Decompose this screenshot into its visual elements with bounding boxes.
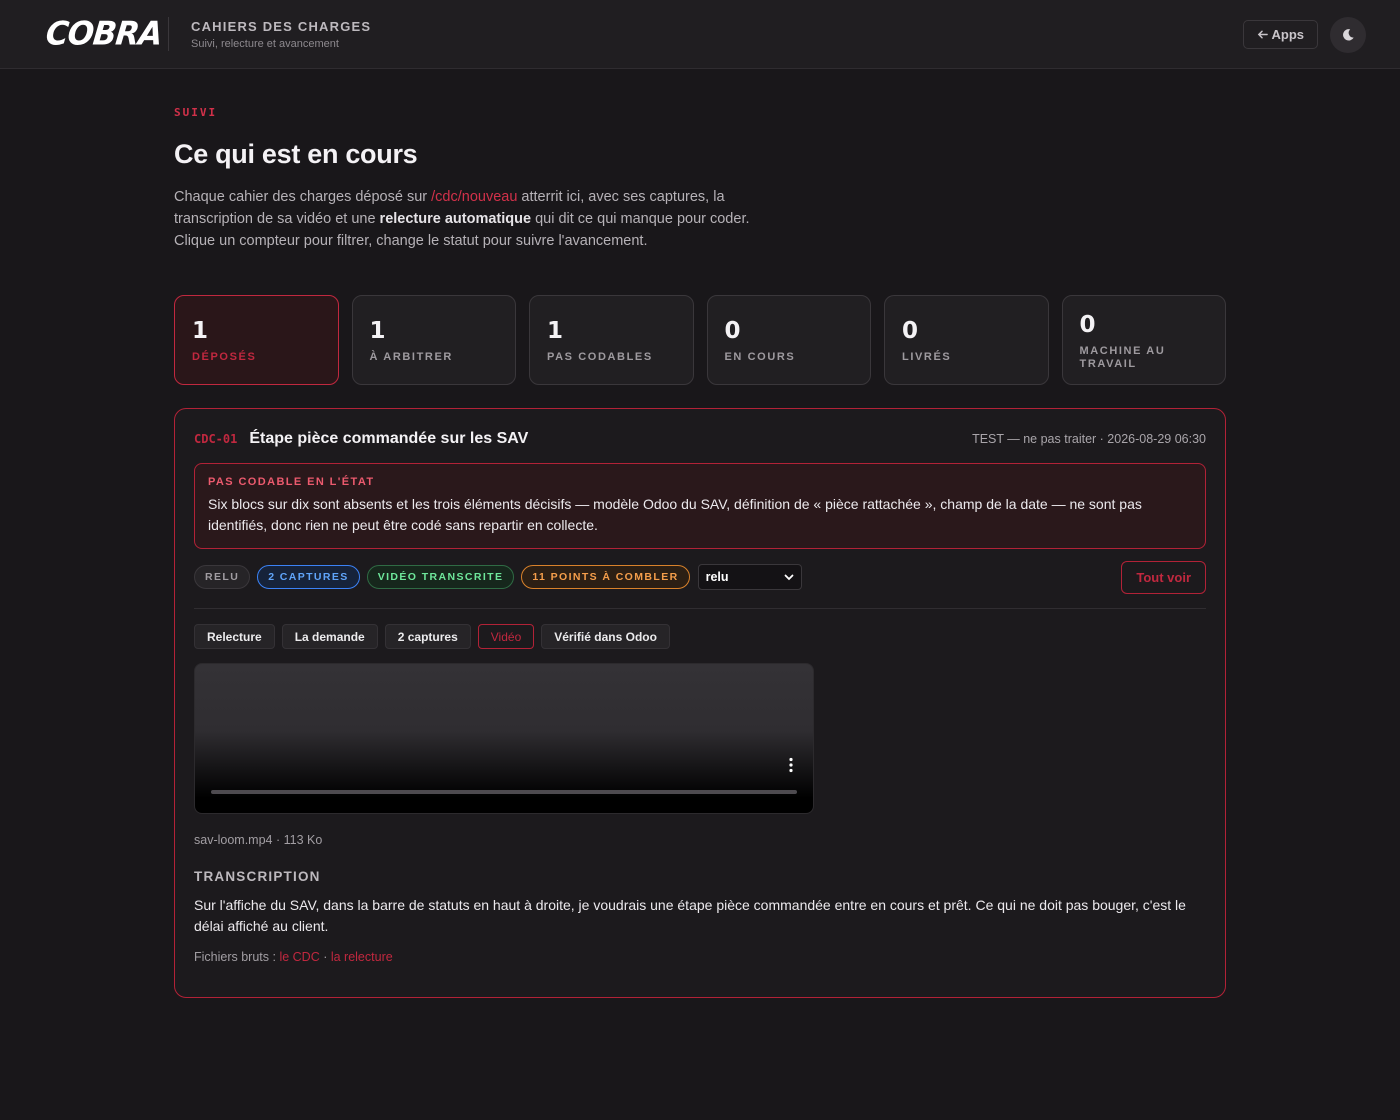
video-progress-bar[interactable]	[211, 790, 797, 794]
new-cdc-link[interactable]: /cdc/nouveau	[431, 189, 517, 205]
moon-icon	[1343, 29, 1354, 41]
alert-title: PAS CODABLE EN L'ÉTAT	[208, 476, 375, 488]
counter-a-arbitrer[interactable]: 1 À ARBITRER	[351, 295, 516, 385]
card-tabs: Relecture La demande 2 captures Vidéo Vé…	[194, 624, 1206, 649]
counter-livres[interactable]: 0 LIVRÉS	[884, 295, 1049, 385]
counter-value: 1	[192, 318, 209, 344]
page-title: Ce qui est en cours	[174, 139, 418, 169]
tab-la-demande[interactable]: La demande	[281, 624, 378, 649]
card-header: CDC-01 Étape pièce commandée sur les SAV…	[194, 430, 1206, 448]
counter-en-cours[interactable]: 0 EN COURS	[706, 295, 871, 385]
cobra-logo[interactable]: COBRA	[44, 15, 164, 53]
video-player[interactable]	[194, 663, 814, 814]
file-info: sav-loom.mp4 · 113 Ko	[194, 833, 323, 847]
card-divider	[194, 608, 1206, 609]
counter-label: EN COURS	[724, 351, 796, 363]
more-options-icon[interactable]	[789, 757, 793, 773]
app-title: CAHIERS DES CHARGES	[191, 18, 372, 34]
view-all-button[interactable]: Tout voir	[1121, 560, 1206, 594]
raw-cdc-link[interactable]: le CDC	[279, 950, 319, 964]
alert-text: Six blocs sur dix sont absents et les tr…	[208, 496, 1142, 533]
tab-captures[interactable]: 2 captures	[384, 624, 471, 649]
status-value: relu	[705, 570, 729, 584]
apps-button[interactable]: Apps	[1242, 20, 1318, 49]
card-id: CDC-01	[194, 432, 238, 446]
raw-files-label: Fichiers bruts :	[194, 950, 280, 964]
raw-files: Fichiers bruts : le CDC · la relecture	[194, 950, 1206, 964]
tab-relecture[interactable]: Relecture	[194, 624, 275, 649]
counter-machine-au-travail[interactable]: 0 MACHINE AU TRAVAIL	[1061, 295, 1226, 385]
intro-text: Chaque cahier des charges déposé sur /cd…	[174, 186, 774, 252]
raw-files-separator: ·	[319, 950, 331, 964]
counter-deposes[interactable]: 1 DÉPOSÉS	[174, 295, 339, 385]
section-kicker: SUIVI	[174, 106, 218, 119]
tab-verifie-odoo[interactable]: Vérifié dans Odoo	[541, 624, 670, 649]
header-divider	[168, 17, 169, 51]
tag-points: 11 POINTS À COMBLER	[521, 565, 690, 589]
tag-video: VIDÉO TRANSCRITE	[366, 565, 515, 589]
counter-pas-codables[interactable]: 1 PAS CODABLES	[529, 295, 694, 385]
counter-value: 0	[1079, 312, 1096, 338]
counter-label: PAS CODABLES	[547, 351, 653, 363]
header-titles: CAHIERS DES CHARGES Suivi, relecture et …	[191, 19, 371, 50]
tag-captures: 2 CAPTURES	[257, 565, 360, 589]
counter-value: 0	[902, 318, 919, 344]
transcription-text: Sur l'affiche du SAV, dans la barre de s…	[194, 897, 1186, 934]
tag-relu: RELU	[194, 565, 251, 589]
raw-relecture-link[interactable]: la relecture	[331, 950, 393, 964]
transcription-title: TRANSCRIPTION	[194, 869, 321, 884]
not-codable-alert: PAS CODABLE EN L'ÉTAT Six blocs sur dix …	[194, 463, 1206, 549]
tab-video[interactable]: Vidéo	[477, 624, 535, 649]
theme-toggle-button[interactable]	[1330, 17, 1366, 53]
intro-part1: Chaque cahier des charges déposé sur	[174, 189, 432, 205]
chevron-down-icon	[784, 574, 793, 581]
counter-label: MACHINE AU TRAVAIL	[1079, 345, 1166, 370]
counters-row: 1 DÉPOSÉS 1 À ARBITRER 1 PAS CODABLES 0 …	[174, 295, 1226, 385]
app-subtitle: Suivi, relecture et avancement	[191, 37, 339, 50]
arrow-left-icon	[1257, 30, 1268, 39]
counter-value: 0	[724, 318, 741, 344]
card-meta: TEST — ne pas traiter · 2026-08-29 06:30	[972, 432, 1206, 446]
main-content: SUIVI Ce qui est en cours Chaque cahier …	[174, 69, 1226, 998]
top-bar: COBRA CAHIERS DES CHARGES Suivi, relectu…	[0, 0, 1400, 69]
intro-bold: relecture automatique	[379, 211, 532, 227]
apps-label: Apps	[1271, 27, 1305, 42]
counter-value: 1	[547, 318, 564, 344]
counter-label: LIVRÉS	[902, 351, 952, 363]
counter-label: À ARBITRER	[369, 351, 453, 363]
counter-label: DÉPOSÉS	[192, 351, 257, 363]
cdc-card: CDC-01 Étape pièce commandée sur les SAV…	[174, 408, 1226, 998]
counter-value: 1	[369, 318, 386, 344]
tags-row: RELU 2 CAPTURES VIDÉO TRANSCRITE 11 POIN…	[194, 560, 1206, 594]
card-title: Étape pièce commandée sur les SAV	[249, 430, 529, 447]
status-select[interactable]: relu	[697, 564, 802, 590]
